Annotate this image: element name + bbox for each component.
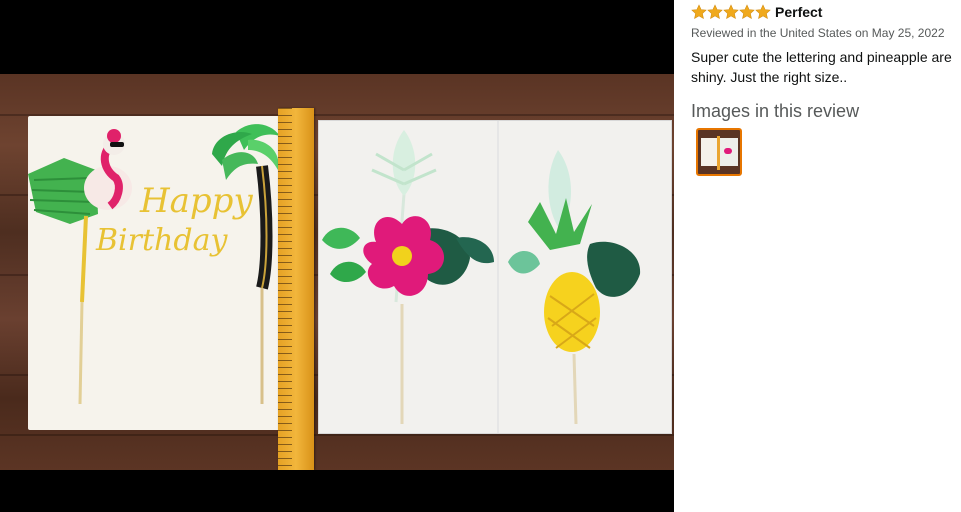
rating-row: Perfect	[691, 3, 822, 21]
flamingo-topper	[28, 129, 132, 405]
topper-text-happy: Happy	[139, 181, 253, 221]
review-body: Super cute the lettering and pineapple a…	[691, 49, 952, 85]
star-icon	[691, 4, 707, 20]
cake-topper-artwork: Happy Birthday	[28, 124, 641, 425]
pineapple-topper	[508, 150, 641, 425]
review-meta: Reviewed in the United States on May 25,…	[691, 26, 945, 40]
star-icon	[739, 4, 755, 20]
review-photo: Happy Birthday	[0, 74, 674, 470]
palm-tree-topper	[212, 124, 280, 404]
star-icon	[755, 4, 771, 20]
star-icon	[723, 4, 739, 20]
review-image-viewer: Happy Birthday	[0, 0, 674, 512]
measuring-ruler	[278, 108, 314, 470]
hibiscus-topper	[322, 130, 494, 424]
topper-text-birthday: Birthday	[95, 223, 228, 258]
images-heading: Images in this review	[691, 101, 860, 121]
review-image-thumbnail[interactable]	[696, 128, 742, 176]
star-icon	[707, 4, 723, 20]
review-title: Perfect	[775, 4, 823, 20]
star-rating	[691, 4, 771, 20]
